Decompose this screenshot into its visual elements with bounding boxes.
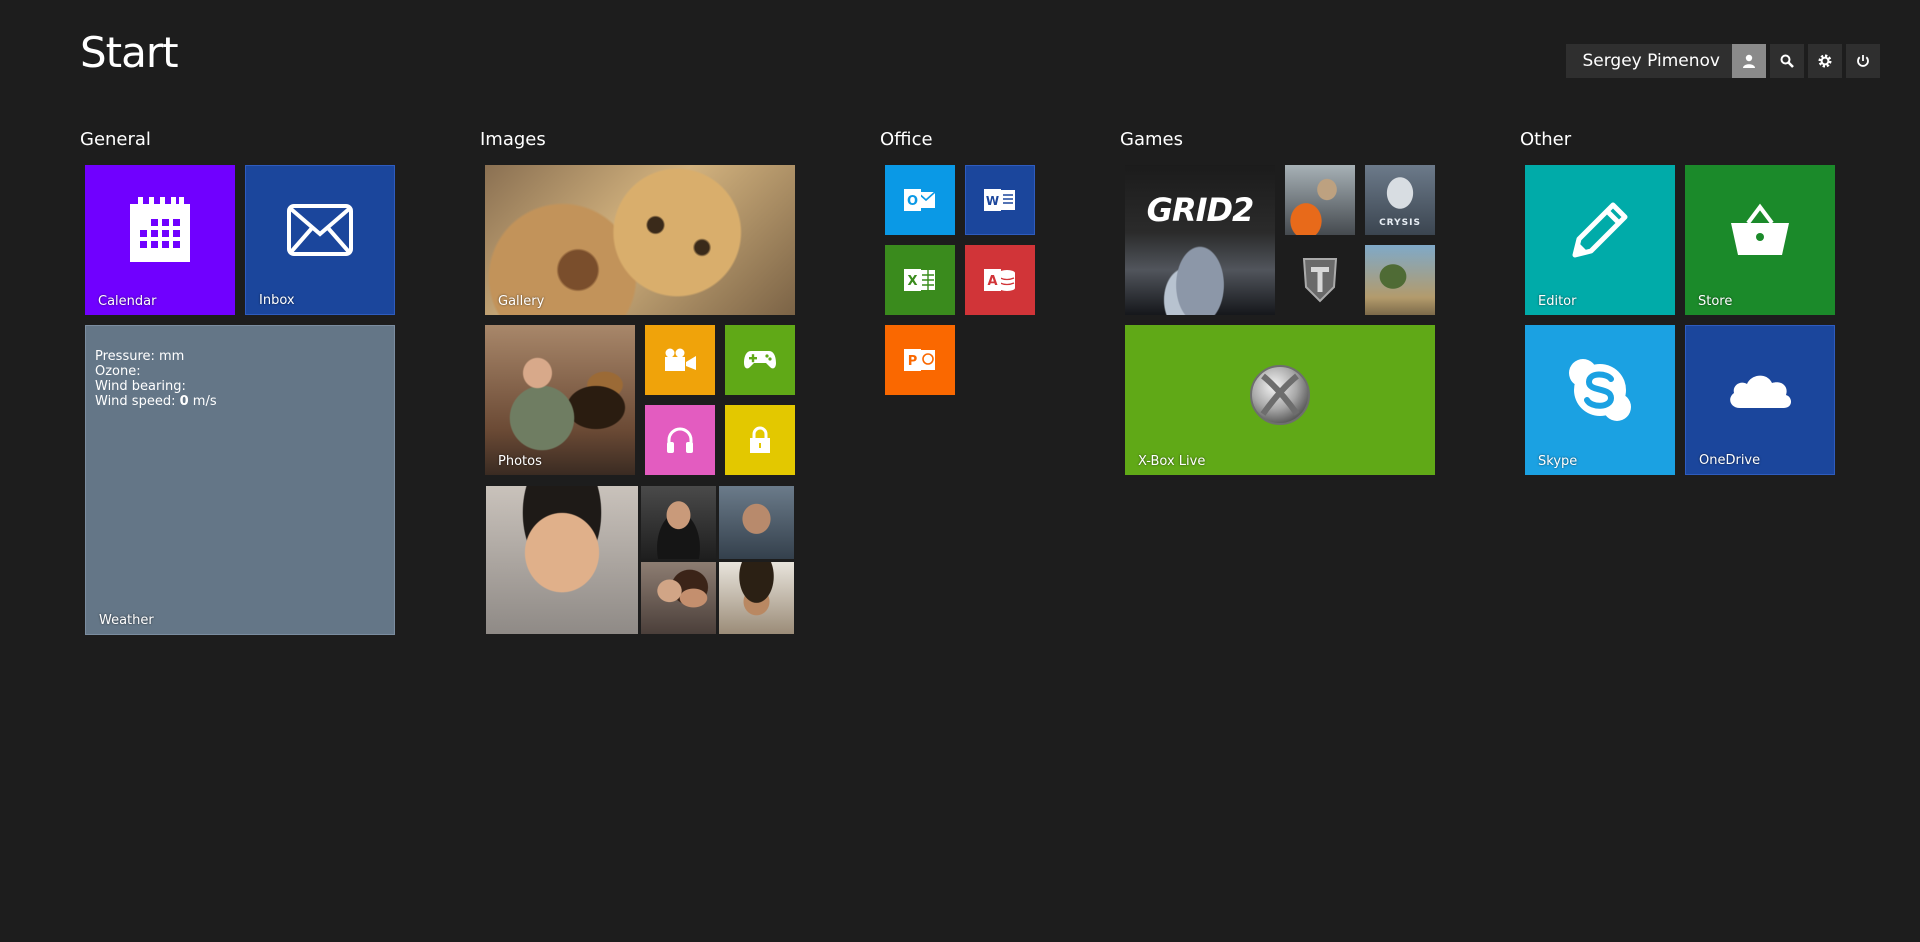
group-images: Images: [480, 128, 546, 152]
shopping-basket-icon: [1731, 203, 1789, 255]
editor-label: Editor: [1538, 294, 1577, 309]
portrait-tile[interactable]: [641, 486, 716, 559]
wind-speed-value: 0: [179, 394, 189, 409]
powerpoint-icon: P: [904, 349, 935, 371]
lock-icon: [750, 426, 770, 453]
access-tile[interactable]: A: [965, 245, 1035, 315]
gamepad-icon: [744, 351, 776, 369]
group-title-other: Other: [1520, 129, 1572, 150]
xbox-icon: [1250, 365, 1310, 425]
group-title-games: Games: [1120, 129, 1183, 150]
settings-button[interactable]: [1808, 44, 1842, 78]
charms-bar: Sergey Pimenov: [1566, 44, 1880, 78]
group-title-office: Office: [880, 129, 933, 150]
user-name[interactable]: Sergey Pimenov: [1566, 44, 1732, 78]
pencil-icon: [1572, 202, 1628, 258]
group-title-images: Images: [480, 129, 546, 150]
weather-tile[interactable]: Pressure: mm Ozone: Wind bearing: Wind s…: [85, 325, 395, 635]
group-general: General: [80, 128, 151, 152]
photos-label: Photos: [498, 454, 542, 469]
music-tile[interactable]: [645, 405, 715, 475]
power-button[interactable]: [1846, 44, 1880, 78]
page-title: Start: [80, 28, 179, 77]
gallery-tile[interactable]: Gallery: [485, 165, 795, 315]
games-small-tile[interactable]: [725, 325, 795, 395]
portrait-tile[interactable]: [719, 562, 794, 634]
powerpoint-letter: P: [908, 354, 918, 369]
inbox-label: Inbox: [259, 293, 295, 308]
power-icon: [1857, 55, 1869, 67]
weather-wind-bearing: Wind bearing:: [95, 379, 186, 394]
word-icon: W: [984, 189, 1015, 211]
editor-tile[interactable]: Editor: [1525, 165, 1675, 315]
grid2-logo: GRID2: [1125, 191, 1275, 229]
grid2-text: GRID2: [1146, 191, 1255, 229]
cloud-icon: [1730, 375, 1792, 408]
user-avatar-button[interactable]: [1732, 44, 1766, 78]
weather-wind-speed: Wind speed: 0 m/s: [95, 394, 217, 409]
skype-tile[interactable]: Skype: [1525, 325, 1675, 475]
headphones-icon: [667, 427, 693, 453]
onedrive-label: OneDrive: [1699, 453, 1761, 468]
outlook-icon: O: [904, 189, 936, 211]
portrait-tile[interactable]: [486, 486, 638, 634]
skype-icon: [1569, 359, 1631, 421]
search-icon: [1780, 54, 1794, 68]
weather-label: Weather: [99, 613, 154, 628]
portrait-tile[interactable]: [719, 486, 794, 559]
calendar-label: Calendar: [98, 294, 157, 309]
excel-icon: X: [904, 269, 935, 291]
world-of-tanks-icon: [1302, 258, 1338, 303]
weather-details: Pressure: mm Ozone: Wind bearing: Wind s…: [95, 349, 217, 409]
battlefield-tile[interactable]: [1285, 165, 1355, 235]
weather-ozone: Ozone:: [95, 364, 141, 379]
grid2-tile[interactable]: GRID2: [1125, 165, 1275, 315]
excel-tile[interactable]: X: [885, 245, 955, 315]
world-of-tanks-tile[interactable]: [1285, 245, 1355, 315]
outlook-letter: O: [907, 194, 918, 209]
user-icon: [1743, 54, 1755, 68]
search-button[interactable]: [1770, 44, 1804, 78]
access-icon: A: [984, 269, 1015, 291]
wind-speed-unit: m/s: [192, 394, 217, 409]
access-letter: A: [987, 274, 997, 289]
photos-tile[interactable]: Photos: [485, 325, 635, 475]
group-office: Office: [880, 128, 933, 152]
halo-tile[interactable]: [1365, 245, 1435, 315]
store-tile[interactable]: Store: [1685, 165, 1835, 315]
xbox-live-label: X-Box Live: [1138, 454, 1206, 469]
group-other: Other: [1520, 128, 1571, 152]
powerpoint-tile[interactable]: P: [885, 325, 955, 395]
onedrive-tile[interactable]: OneDrive: [1685, 325, 1835, 475]
gallery-label: Gallery: [498, 294, 545, 309]
wind-speed-prefix: Wind speed:: [95, 394, 176, 409]
lock-tile[interactable]: [725, 405, 795, 475]
crysis-text: CRYSIS: [1379, 218, 1421, 228]
group-title-general: General: [80, 129, 151, 150]
inbox-tile[interactable]: Inbox: [245, 165, 395, 315]
word-letter: W: [986, 194, 999, 208]
outlook-tile[interactable]: O: [885, 165, 955, 235]
word-tile[interactable]: W: [965, 165, 1035, 235]
weather-pressure: Pressure: mm: [95, 349, 185, 364]
skype-label: Skype: [1538, 454, 1578, 469]
video-tile[interactable]: [645, 325, 715, 395]
xbox-live-tile[interactable]: X-Box Live: [1125, 325, 1435, 475]
video-camera-icon: [665, 348, 696, 371]
calendar-tile[interactable]: Calendar: [85, 165, 235, 315]
calendar-icon: [130, 197, 190, 262]
portrait-tile[interactable]: [641, 562, 716, 634]
crysis-tile[interactable]: CRYSIS: [1365, 165, 1435, 235]
gear-icon: [1818, 54, 1832, 68]
group-games: Games: [1120, 128, 1183, 152]
excel-letter: X: [907, 274, 917, 289]
store-label: Store: [1698, 294, 1733, 309]
mail-icon: [287, 204, 353, 256]
